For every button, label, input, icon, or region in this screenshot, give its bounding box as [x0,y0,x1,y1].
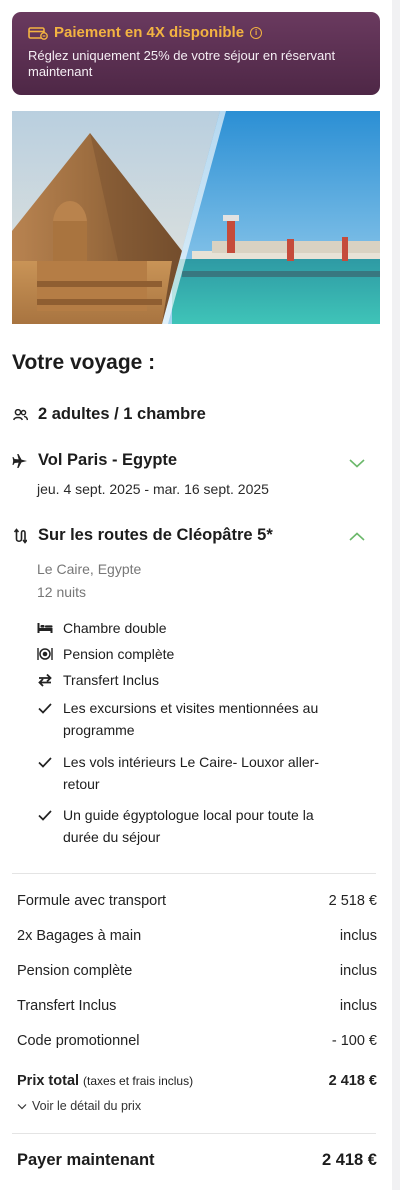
price-line: Formule avec transport 2 518 € [17,893,377,909]
pay-now-value: 2 418 € [321,1151,377,1169]
price-line: Transfert Inclus inclus [17,998,377,1014]
total-value: 2 418 € [328,1073,377,1089]
feature-item: Les vols intérieurs Le Caire- Louxor all… [37,751,353,795]
payment-4x-banner[interactable]: Paiement en 4X disponible i Réglez uniqu… [12,12,380,95]
chevron-down-icon [17,1103,27,1109]
price-line: 2x Bagages à main inclus [17,928,377,944]
people-icon [12,407,28,423]
pay-now-row: Payer maintenant 2 418 € [17,1151,377,1170]
price-line-value: 2 518 € [328,893,377,909]
tour-location: Le Caire, Egypte [37,561,142,577]
chevron-up-icon[interactable] [348,531,366,543]
price-line-value: inclus [339,998,377,1014]
tour-nights: 12 nuits [37,584,87,600]
feature-text: Chambre double [63,620,167,636]
check-icon [37,804,53,826]
trip-summary-page: Paiement en 4X disponible i Réglez uniqu… [0,0,392,1190]
price-line-value: inclus [339,963,377,979]
feature-text: Pension complète [63,646,175,662]
price-line-label: Transfert Inclus [17,998,117,1014]
feature-item: Chambre double [37,617,353,639]
divider [12,1133,376,1134]
flight-dates: jeu. 4 sept. 2025 - mar. 16 sept. 2025 [37,481,269,497]
price-detail-link[interactable]: Voir le détail du prix [17,1099,141,1113]
route-icon [12,527,28,544]
scrollbar[interactable] [392,0,400,1190]
feature-text: Les excursions et visites mentionnées au… [63,700,319,738]
hero-image [12,111,380,324]
feature-text: Les vols intérieurs Le Caire- Louxor all… [63,754,319,792]
travellers-label: 2 adultes / 1 chambre [38,405,206,423]
divider [12,873,376,874]
price-detail-label: Voir le détail du prix [32,1099,142,1113]
price-line-label: 2x Bagages à main [17,928,142,944]
feature-text: Transfert Inclus [63,672,159,688]
feature-item: Les excursions et visites mentionnées au… [37,697,353,741]
check-icon [37,751,53,773]
banner-title: Paiement en 4X disponible [54,24,245,41]
flight-label: Vol Paris - Egypte [38,451,178,469]
travellers-row: 2 adultes / 1 chambre [12,405,206,424]
price-line-label: Formule avec transport [17,893,167,909]
total-note: (taxes et frais inclus) [83,1074,194,1088]
chevron-down-icon[interactable] [348,457,366,469]
total-label: Prix total [17,1073,80,1089]
flight-row[interactable]: Vol Paris - Egypte [12,451,177,470]
meal-icon [37,643,53,665]
info-icon[interactable]: i [250,26,263,39]
price-line-label: Pension complète [17,963,133,979]
feature-item: Transfert Inclus [37,669,353,691]
price-line: Code promotionnel - 100 € [17,1033,377,1049]
feature-item: Un guide égyptologue local pour toute la… [37,804,353,848]
price-line-label: Code promotionnel [17,1033,140,1049]
price-line: Pension complète inclus [17,963,377,979]
tour-label: Sur les routes de Cléopâtre 5* [38,526,273,544]
pay-now-label: Payer maintenant [17,1151,155,1169]
total-price-row: Prix total (taxes et frais inclus) 2 418 … [17,1073,377,1089]
feature-text: Un guide égyptologue local pour toute la… [63,807,314,845]
trip-title: Votre voyage : [12,351,156,374]
plane-icon [12,453,28,469]
card-icon [28,25,48,41]
banner-text: Réglez uniquement 25% de votre séjour en… [28,48,336,79]
transfer-icon [37,669,53,691]
price-line-value: inclus [339,928,377,944]
bed-icon [37,617,53,639]
check-icon [37,697,53,719]
tour-row[interactable]: Sur les routes de Cléopâtre 5* [12,526,273,545]
feature-item: Pension complète [37,643,353,665]
price-line-value: - 100 € [331,1033,377,1049]
